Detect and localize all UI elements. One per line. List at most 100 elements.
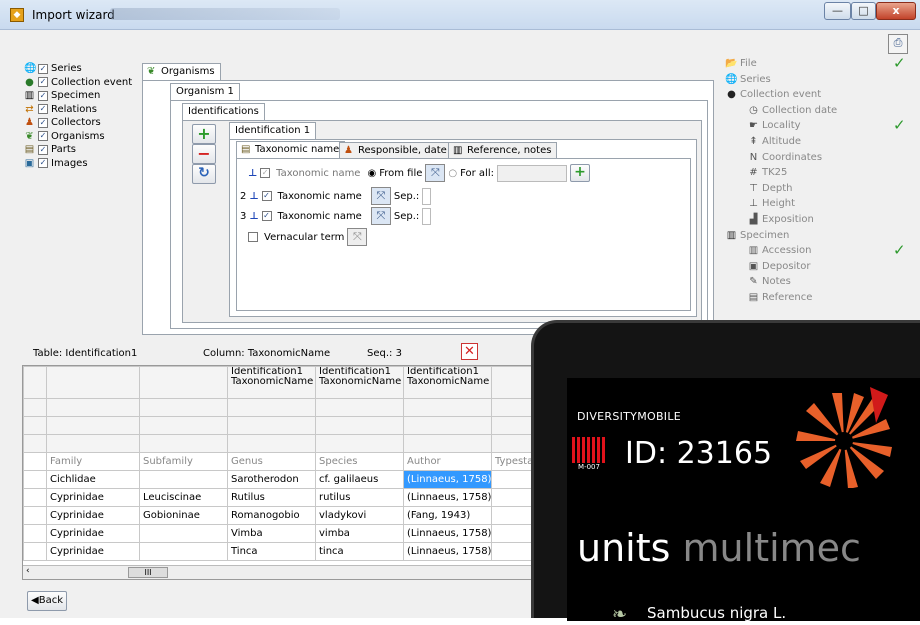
table-cell[interactable]: Typesta: [491, 452, 531, 471]
table-cell[interactable]: [403, 434, 492, 453]
table-cell[interactable]: [139, 470, 228, 489]
tree-item-parts[interactable]: ▤ ✓ Parts: [24, 143, 132, 157]
table-cell[interactable]: Romanogobio: [227, 506, 316, 525]
row-selector[interactable]: [23, 506, 47, 525]
table-cell[interactable]: Cyprinidae: [46, 542, 140, 561]
table-cell[interactable]: [46, 398, 140, 417]
table-cell[interactable]: Family: [46, 452, 140, 471]
table-row[interactable]: Cyprinidae Leuciscinae Rutilus rutilus (Linn…: [23, 488, 531, 507]
step-locality[interactable]: ☛ Locality: [725, 118, 837, 134]
separator-input-3[interactable]: [422, 207, 432, 225]
step-specimen[interactable]: ▥ Specimen: [725, 228, 837, 244]
tree-item-collectors[interactable]: ♟ ✓ Collectors: [24, 116, 132, 130]
table-row[interactable]: Cyprinidae Tinca tinca (Linnaeus, 1758): [23, 542, 531, 561]
tree-item-specimen[interactable]: ▥ ✓ Specimen: [24, 89, 132, 103]
table-cell[interactable]: [139, 398, 228, 417]
table-cell[interactable]: [227, 398, 316, 417]
table-cell[interactable]: Sarotherodon: [227, 470, 316, 489]
step-depth[interactable]: ⊤ Depth: [725, 181, 837, 197]
table-cell[interactable]: Author: [403, 452, 492, 471]
table-cell[interactable]: [46, 416, 140, 435]
table-cell[interactable]: [315, 434, 404, 453]
table-cell[interactable]: [139, 524, 228, 543]
table-cell[interactable]: Tinca: [227, 542, 316, 561]
horizontal-scrollbar[interactable]: ‹ III: [23, 565, 531, 579]
table-cell[interactable]: Gobioninae: [139, 506, 228, 525]
table-cell[interactable]: [227, 434, 316, 453]
tab-organism-1[interactable]: Organism 1: [170, 83, 240, 101]
tree-item-collection-event[interactable]: ● ✓ Collection event: [24, 76, 132, 90]
table-cell[interactable]: [139, 416, 228, 435]
step-notes[interactable]: ✎ Notes: [725, 274, 837, 290]
table-cell[interactable]: [491, 366, 531, 399]
step-reference[interactable]: ▤ Reference: [725, 290, 837, 306]
table-cell[interactable]: [403, 416, 492, 435]
table-cell[interactable]: [403, 398, 492, 417]
row-selector[interactable]: [23, 398, 47, 417]
table-cell[interactable]: (Linnaeus, 1758): [403, 470, 492, 489]
add-identification-button[interactable]: +: [192, 124, 216, 144]
taxonomic-name-checkbox-3[interactable]: ✓: [261, 211, 272, 221]
table-cell[interactable]: [227, 416, 316, 435]
table-cell[interactable]: rutilus: [315, 488, 404, 507]
tree-checkbox[interactable]: ✓: [38, 144, 48, 155]
step-tk25[interactable]: # TK25: [725, 165, 837, 181]
tree-item-organisms[interactable]: ❦ ✓ Organisms: [24, 130, 132, 144]
table-cell[interactable]: [491, 542, 531, 561]
step-altitude[interactable]: ⇞ Altitude: [725, 134, 837, 150]
row-selector[interactable]: [23, 488, 47, 507]
table-row[interactable]: Identification1 TaxonomicName Identificat…: [23, 366, 531, 399]
file-column-button-2[interactable]: ⤧: [370, 187, 391, 205]
table-cell[interactable]: vladykovi: [315, 506, 404, 525]
table-cell[interactable]: (Linnaeus, 1758): [403, 542, 492, 561]
add-sequence-button[interactable]: +: [569, 164, 590, 182]
tab-taxonomic-name[interactable]: ▤ Taxonomic name: [236, 141, 346, 159]
table-cell[interactable]: Rutilus: [227, 488, 316, 507]
table-cell[interactable]: Cyprinidae: [46, 524, 140, 543]
table-cell[interactable]: [315, 398, 404, 417]
step-file[interactable]: 📂 File: [725, 56, 837, 72]
tree-checkbox[interactable]: ✓: [38, 63, 48, 74]
table-cell[interactable]: Vimba: [227, 524, 316, 543]
table-row[interactable]: Cyprinidae Vimba vimba (Linnaeus, 1758): [23, 524, 531, 543]
table-cell[interactable]: [491, 506, 531, 525]
tree-checkbox[interactable]: ✓: [38, 104, 48, 115]
table-cell[interactable]: [491, 416, 531, 435]
tree-checkbox[interactable]: ✓: [38, 77, 48, 88]
remove-column-button[interactable]: ✕: [461, 343, 478, 360]
refresh-identification-button[interactable]: ↻: [192, 164, 216, 184]
step-series[interactable]: 🌐 Series: [725, 72, 837, 88]
tab-identifications[interactable]: Identifications: [182, 103, 265, 121]
table-cell[interactable]: [315, 416, 404, 435]
table-cell[interactable]: (Fang, 1943): [403, 506, 492, 525]
table-cell[interactable]: Identification1 TaxonomicName: [403, 366, 492, 399]
table-cell[interactable]: Cyprinidae: [46, 488, 140, 507]
table-cell[interactable]: [139, 542, 228, 561]
row-selector[interactable]: [23, 524, 47, 543]
table-row[interactable]: Cyprinidae Gobioninae Romanogobio vladykovi…: [23, 506, 531, 525]
table-row[interactable]: [23, 434, 531, 453]
table-cell[interactable]: (Linnaeus, 1758): [403, 488, 492, 507]
table-cell[interactable]: Cichlidae: [46, 470, 140, 489]
separator-input-2[interactable]: [422, 187, 432, 205]
table-cell[interactable]: [491, 434, 531, 453]
file-column-button-3[interactable]: ⤧: [370, 207, 391, 225]
table-cell[interactable]: [139, 366, 228, 399]
step-collection-event[interactable]: ● Collection event: [725, 87, 837, 103]
tree-item-series[interactable]: 🌐 ✓ Series: [24, 62, 132, 76]
table-row[interactable]: Cichlidae Sarotherodon cf. galilaeus (Linna…: [23, 470, 531, 489]
tree-item-relations[interactable]: ⇄ ✓ Relations: [24, 103, 132, 117]
tree-checkbox[interactable]: ✓: [38, 158, 48, 169]
table-row[interactable]: [23, 416, 531, 435]
minimize-button[interactable]: —: [824, 2, 851, 20]
table-cell[interactable]: vimba: [315, 524, 404, 543]
table-cell[interactable]: [46, 434, 140, 453]
file-column-button-vernacular[interactable]: ⤧: [347, 228, 368, 246]
table-row[interactable]: [23, 398, 531, 417]
back-button[interactable]: ◀Back: [27, 591, 67, 611]
row-selector[interactable]: [23, 434, 47, 453]
row-selector[interactable]: [23, 366, 47, 399]
step-collection-date[interactable]: ◷ Collection date: [725, 103, 837, 119]
remove-identification-button[interactable]: −: [192, 144, 216, 164]
row-selector[interactable]: [23, 542, 47, 561]
